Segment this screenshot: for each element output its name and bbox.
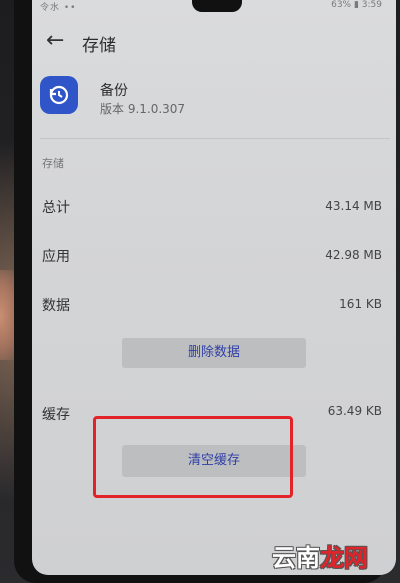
total-label: 总计 [42,200,70,216]
arrow-left-icon[interactable]: ← [46,30,68,52]
watermark-part2: 龙网 [320,544,368,572]
storage-section-label: 存储 [42,157,64,170]
status-left-text: 令水 •• [40,3,77,13]
data-size-value: 161 KB [339,297,382,311]
app-bar: ← 存储 [32,22,396,62]
app-name: 备份 [100,83,128,99]
watermark: 云南龙网 [272,538,368,573]
watermark-part1: 云南 [272,544,320,572]
highlight-box [93,416,293,498]
delete-data-button[interactable]: 删除数据 [122,338,306,368]
camera-notch [192,0,242,12]
cache-label: 缓存 [42,407,70,423]
app-size-label: 应用 [42,249,70,265]
app-version: 版本 9.1.0.307 [100,102,186,116]
cache-value: 63.49 KB [327,404,382,418]
app-size-value: 42.98 MB [325,248,382,262]
backup-icon [40,76,78,114]
page-title: 存储 [82,36,116,56]
section-divider [40,138,390,139]
status-right-text: 63% ▮ 3:59 [331,0,382,10]
total-value: 43.14 MB [325,199,382,213]
data-size-label: 数据 [42,298,70,314]
